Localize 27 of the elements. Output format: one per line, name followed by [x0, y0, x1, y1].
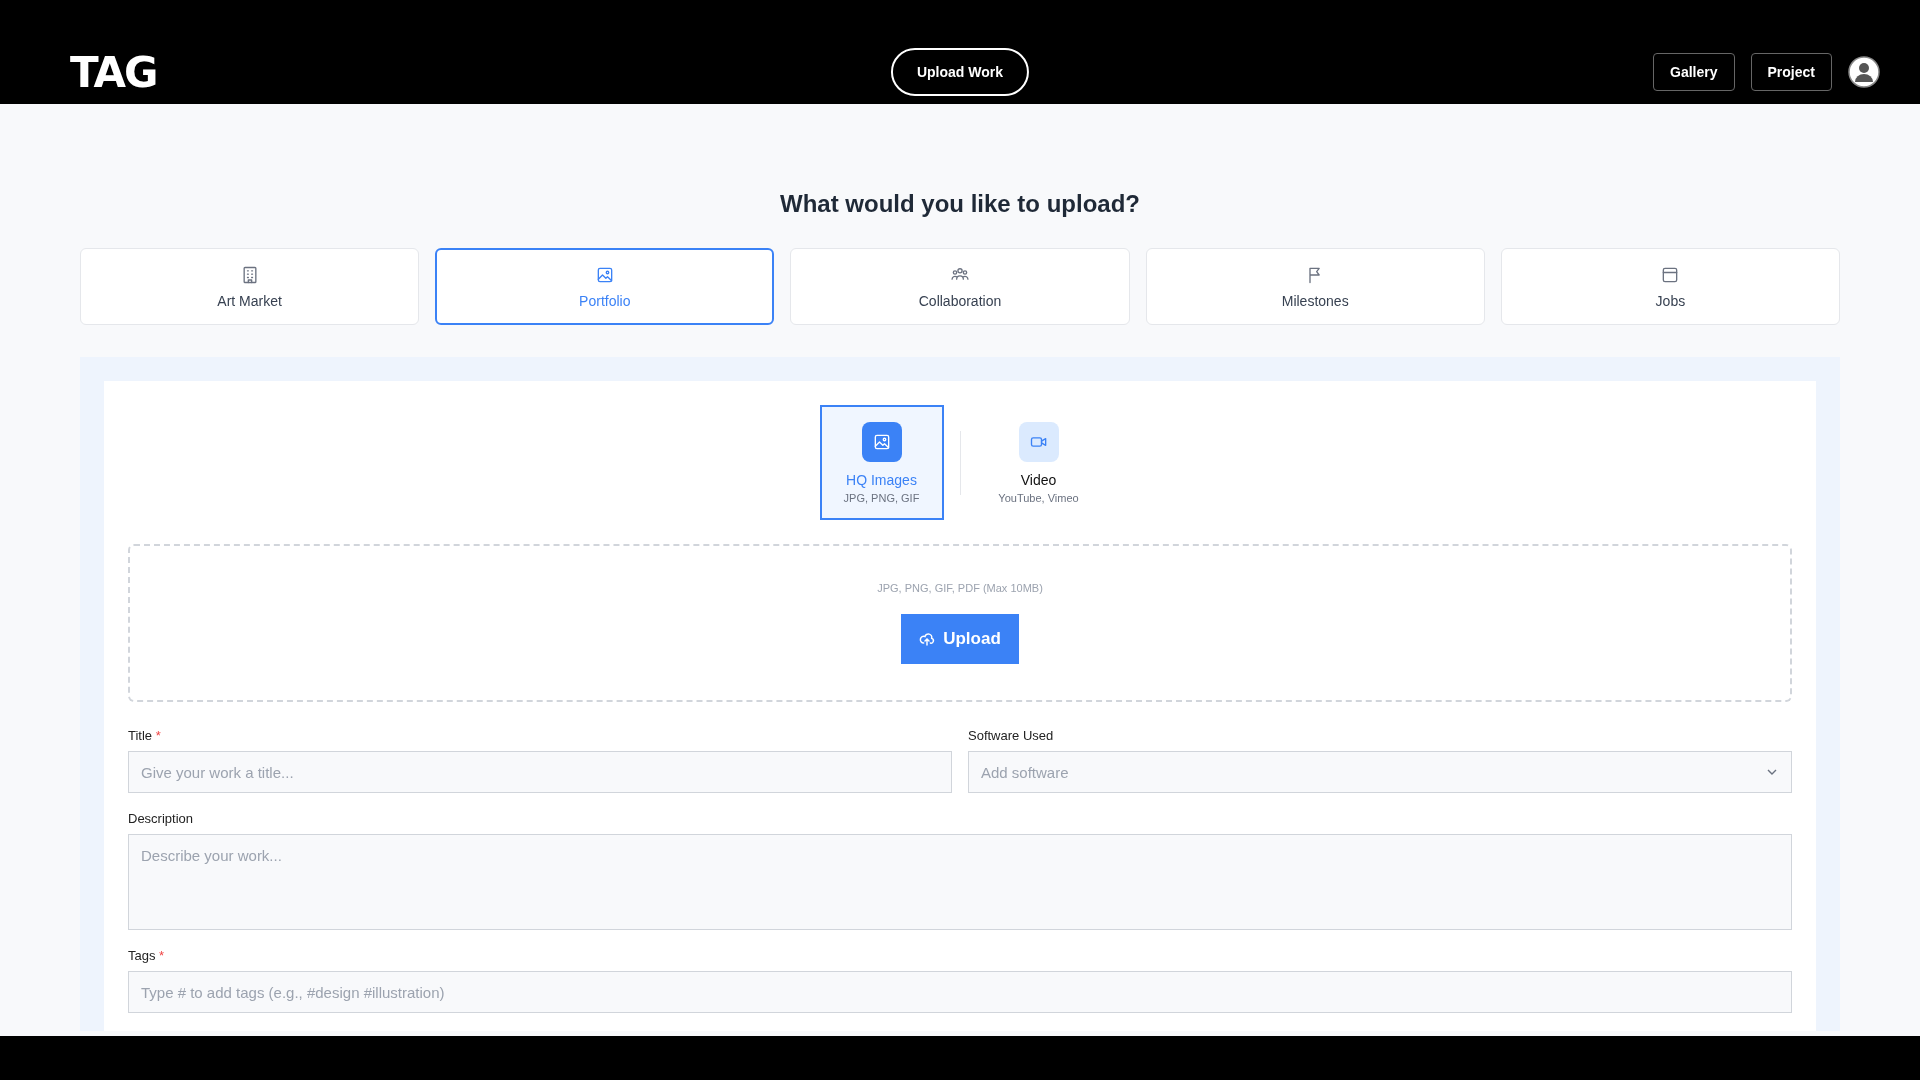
- dropzone[interactable]: JPG, PNG, GIF, PDF (Max 10MB) Upload: [128, 544, 1792, 702]
- description-field[interactable]: Describe your work...: [128, 834, 1792, 930]
- input-field[interactable]: Type # to add tags (e.g., #design #illustration): [128, 971, 1792, 1013]
- field-label: Software Used: [968, 728, 1055, 743]
- cloud-upload-icon: [919, 631, 936, 647]
- upload-button[interactable]: Upload: [901, 614, 1019, 664]
- category-tab[interactable]: Portfolio: [435, 248, 775, 325]
- logo[interactable]: TAG: [70, 47, 157, 97]
- category-tab[interactable]: Milestones: [1145, 248, 1485, 325]
- avatar-icon[interactable]: [1848, 56, 1880, 88]
- field-label: Tags *: [128, 948, 166, 963]
- media-type-label: HQ Images: [846, 471, 917, 488]
- input-field[interactable]: Give your work a title...: [128, 751, 952, 793]
- field-label: Title *: [128, 728, 162, 743]
- media-formats: YouTube, Vimeo: [998, 491, 1079, 504]
- category-tab[interactable]: Collaboration: [790, 248, 1130, 325]
- file-hint: JPG, PNG, GIF, PDF (Max 10MB): [877, 582, 1043, 594]
- nav-button[interactable]: Gallery: [1653, 53, 1735, 91]
- field-label: Description: [128, 811, 195, 826]
- page-heading: What would you like to upload?: [779, 189, 1141, 219]
- category-tab[interactable]: Jobs: [1500, 248, 1840, 325]
- nav-button[interactable]: Project: [1750, 53, 1832, 91]
- upload-work-button[interactable]: Upload Work: [890, 48, 1030, 96]
- media-type-option[interactable]: HQ Images JPG, PNG, GIF: [819, 405, 944, 520]
- media-type-label: Video: [1020, 471, 1057, 488]
- category-tab[interactable]: Art Market: [80, 248, 420, 325]
- media-formats: JPG, PNG, GIF: [843, 491, 920, 504]
